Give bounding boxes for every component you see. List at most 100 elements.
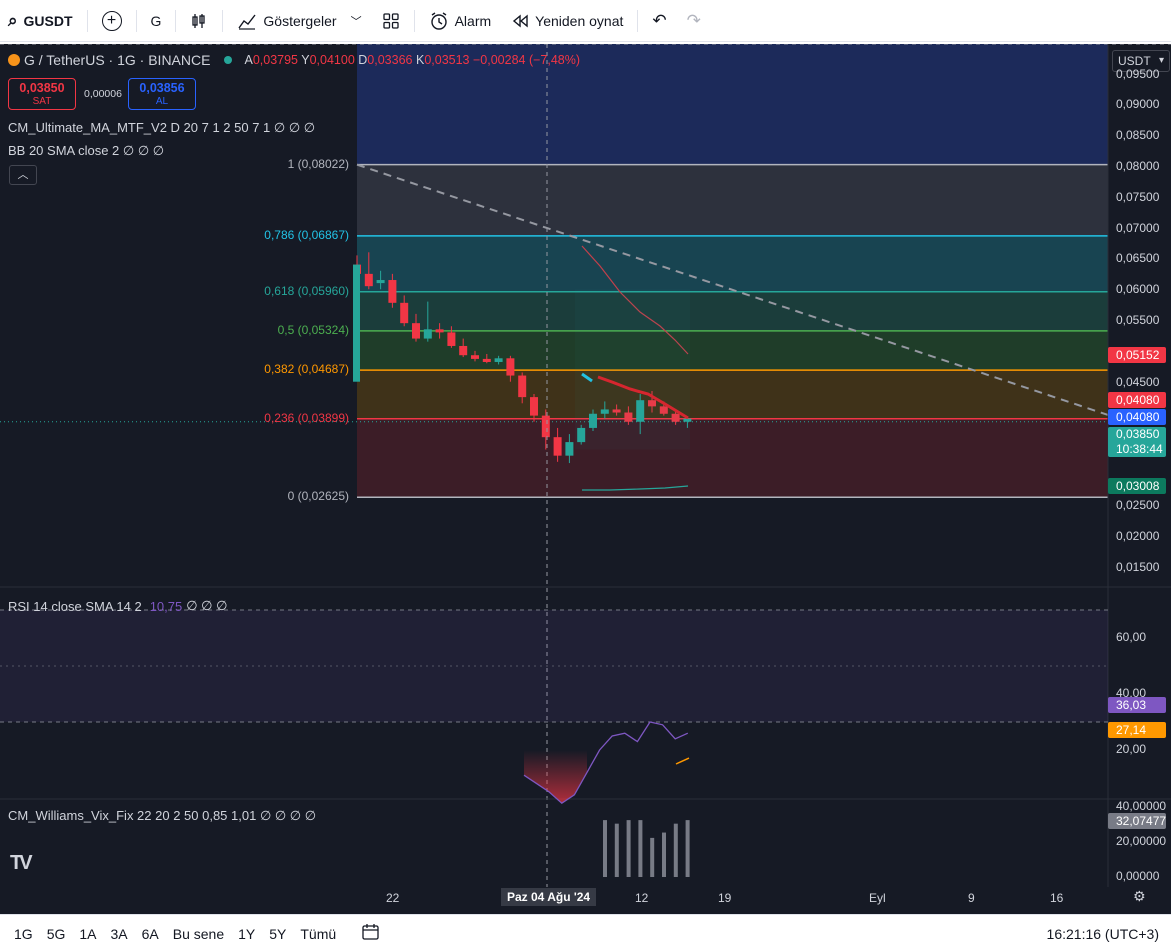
time-label: Eyl: [869, 891, 886, 905]
indicator-legend-rsi[interactable]: RSI 14 close SMA 14 2 10,75 ∅ ∅ ∅: [8, 598, 227, 614]
candle-body: [435, 329, 444, 333]
top-toolbar: ⌕ GUSDT + G Göstergeler ﹀ Alarm Yeniden …: [0, 0, 1171, 42]
candle-body: [553, 437, 562, 456]
vix-bar: [662, 832, 666, 877]
indicators-button[interactable]: Göstergeler ﹀: [227, 0, 371, 41]
fib-level-label: 0,786 (0,06867): [264, 227, 349, 242]
range-button[interactable]: 5Y: [262, 926, 293, 942]
price-tick: 0,01500: [1116, 559, 1160, 574]
candle-body: [376, 280, 385, 284]
add-circle-icon: +: [101, 10, 122, 31]
time-label: 16: [1050, 891, 1064, 905]
toolbar-divider: [86, 9, 88, 32]
time-label: 22: [386, 891, 400, 905]
rsi-value-tag: 36,03: [1108, 697, 1166, 713]
indicator-legend-ma[interactable]: CM_Ultimate_MA_MTF_V2 D 20 7 1 2 50 7 1 …: [8, 120, 315, 136]
price-tick: 0,07500: [1116, 189, 1160, 204]
bb-band: [575, 289, 690, 450]
fib-level-label: 0,5 (0,05324): [277, 322, 349, 337]
low-price-tag: 0,03008: [1108, 478, 1166, 494]
symbol-search-button[interactable]: ⌕ GUSDT: [0, 0, 83, 41]
replay-label: Yeniden oynat: [535, 12, 624, 29]
buy-button[interactable]: 0,03856 AL: [128, 78, 196, 110]
rsi-tick: 20,00: [1116, 742, 1147, 756]
range-button[interactable]: 3A: [104, 926, 135, 942]
last-price-tag: 0,03850 10:38:44: [1108, 427, 1166, 457]
vix-bar: [626, 820, 631, 877]
price-tick: 0,02500: [1116, 497, 1160, 512]
range-button[interactable]: Tümü: [293, 926, 343, 942]
redo-button[interactable]: ↷: [677, 0, 711, 41]
vix-bar: [650, 837, 655, 877]
candle-body: [565, 442, 574, 456]
range-button[interactable]: 1A: [72, 926, 103, 942]
fib-level-label: 0,382 (0,04687): [264, 362, 349, 377]
collapse-legend-button[interactable]: ︿: [9, 165, 37, 185]
blue-price-tag: 0,04080: [1108, 409, 1166, 425]
sell-button[interactable]: 0,03850 SAT: [8, 78, 76, 110]
chevron-down-icon: ▾: [1158, 55, 1164, 66]
symbol-label: GUSDT: [23, 12, 73, 29]
candle-body: [353, 264, 360, 382]
clock-timezone[interactable]: 16:21:16 (UTC+3): [1047, 926, 1159, 942]
legend-title[interactable]: G / TetherUS · 1G · BINANCE: [24, 52, 210, 68]
date-range-button[interactable]: [361, 922, 381, 945]
gear-icon[interactable]: ⚙: [1133, 888, 1146, 905]
price-tick: 0,06500: [1116, 251, 1160, 266]
rsi-sma-tag: 27,14: [1108, 722, 1166, 738]
range-button[interactable]: 5G: [40, 926, 73, 942]
indicator-legend-vix[interactable]: CM_Williams_Vix_Fix 22 20 2 50 0,85 1,01…: [8, 808, 316, 824]
chevron-down-icon: ﹀: [350, 15, 362, 28]
calendar-icon: [362, 924, 379, 940]
chart-canvas[interactable]: G / TetherUS · 1G · BINANCE A0,03795 Y0,…: [0, 44, 1171, 914]
fib-zone: [357, 235, 1108, 292]
spread-value: 0,00006: [84, 88, 122, 100]
layouts-button[interactable]: [372, 0, 410, 41]
vix-bar: [603, 820, 607, 877]
vix-tick: 40,00000: [1116, 799, 1167, 813]
fib-price-tag: 0,04080: [1108, 392, 1166, 408]
rsi-oversold-fill: [524, 750, 587, 804]
vix-bar: [685, 820, 690, 877]
ohlc-values: A0,03795 Y0,04100 D0,03366 K0,03513 −0,0…: [244, 53, 581, 67]
vix-bar: [638, 820, 643, 877]
candles-icon: [192, 13, 206, 28]
fib-zone: [357, 291, 1108, 331]
range-button[interactable]: 1Y: [231, 926, 262, 942]
fib-zone: [357, 418, 1108, 498]
price-tick: 0,08000: [1116, 159, 1160, 173]
vix-value-tag: 32,07477: [1108, 813, 1166, 829]
undo-button[interactable]: ↶: [642, 0, 676, 41]
fib-zone: [357, 164, 1108, 236]
vix-tick: 20,00000: [1116, 834, 1167, 848]
fib-level-label: 1 (0,08022): [287, 156, 349, 171]
candle-body: [447, 332, 456, 346]
indicator-legend-bb[interactable]: BB 20 SMA close 2 ∅ ∅ ∅: [8, 143, 164, 159]
candle-body: [364, 273, 373, 287]
symbol-legend: G / TetherUS · 1G · BINANCE A0,03795 Y0,…: [8, 52, 580, 68]
chart-type-button[interactable]: [180, 0, 218, 41]
range-button[interactable]: 6A: [135, 926, 166, 942]
redo-icon: ↷: [686, 11, 701, 30]
candle-body: [400, 302, 409, 324]
compare-symbol-button[interactable]: +: [92, 0, 132, 41]
rewind-icon: [513, 14, 528, 27]
search-icon: ⌕: [8, 11, 18, 30]
tradingview-logo[interactable]: TV: [10, 852, 32, 875]
price-tick: 0,09000: [1116, 97, 1160, 112]
interval-button[interactable]: G: [141, 0, 172, 41]
candle-body: [471, 355, 479, 359]
replay-button[interactable]: Yeniden oynat: [501, 0, 633, 41]
chevron-up-icon: ︿: [17, 169, 29, 181]
range-button[interactable]: 1G: [7, 926, 40, 942]
grid-layout-icon: [382, 12, 399, 29]
ma-price-tag: 0,05152: [1108, 347, 1166, 363]
range-button[interactable]: Bu sene: [166, 926, 231, 942]
vix-tick: 0,00000: [1116, 869, 1160, 883]
interval-label: G: [150, 12, 162, 29]
candle-body: [494, 358, 503, 362]
fib-level-label: 0,236 (0,03899): [264, 410, 349, 425]
chart-svg: [0, 44, 1171, 887]
candle-body: [423, 329, 432, 339]
alarm-button[interactable]: Alarm: [419, 0, 502, 41]
